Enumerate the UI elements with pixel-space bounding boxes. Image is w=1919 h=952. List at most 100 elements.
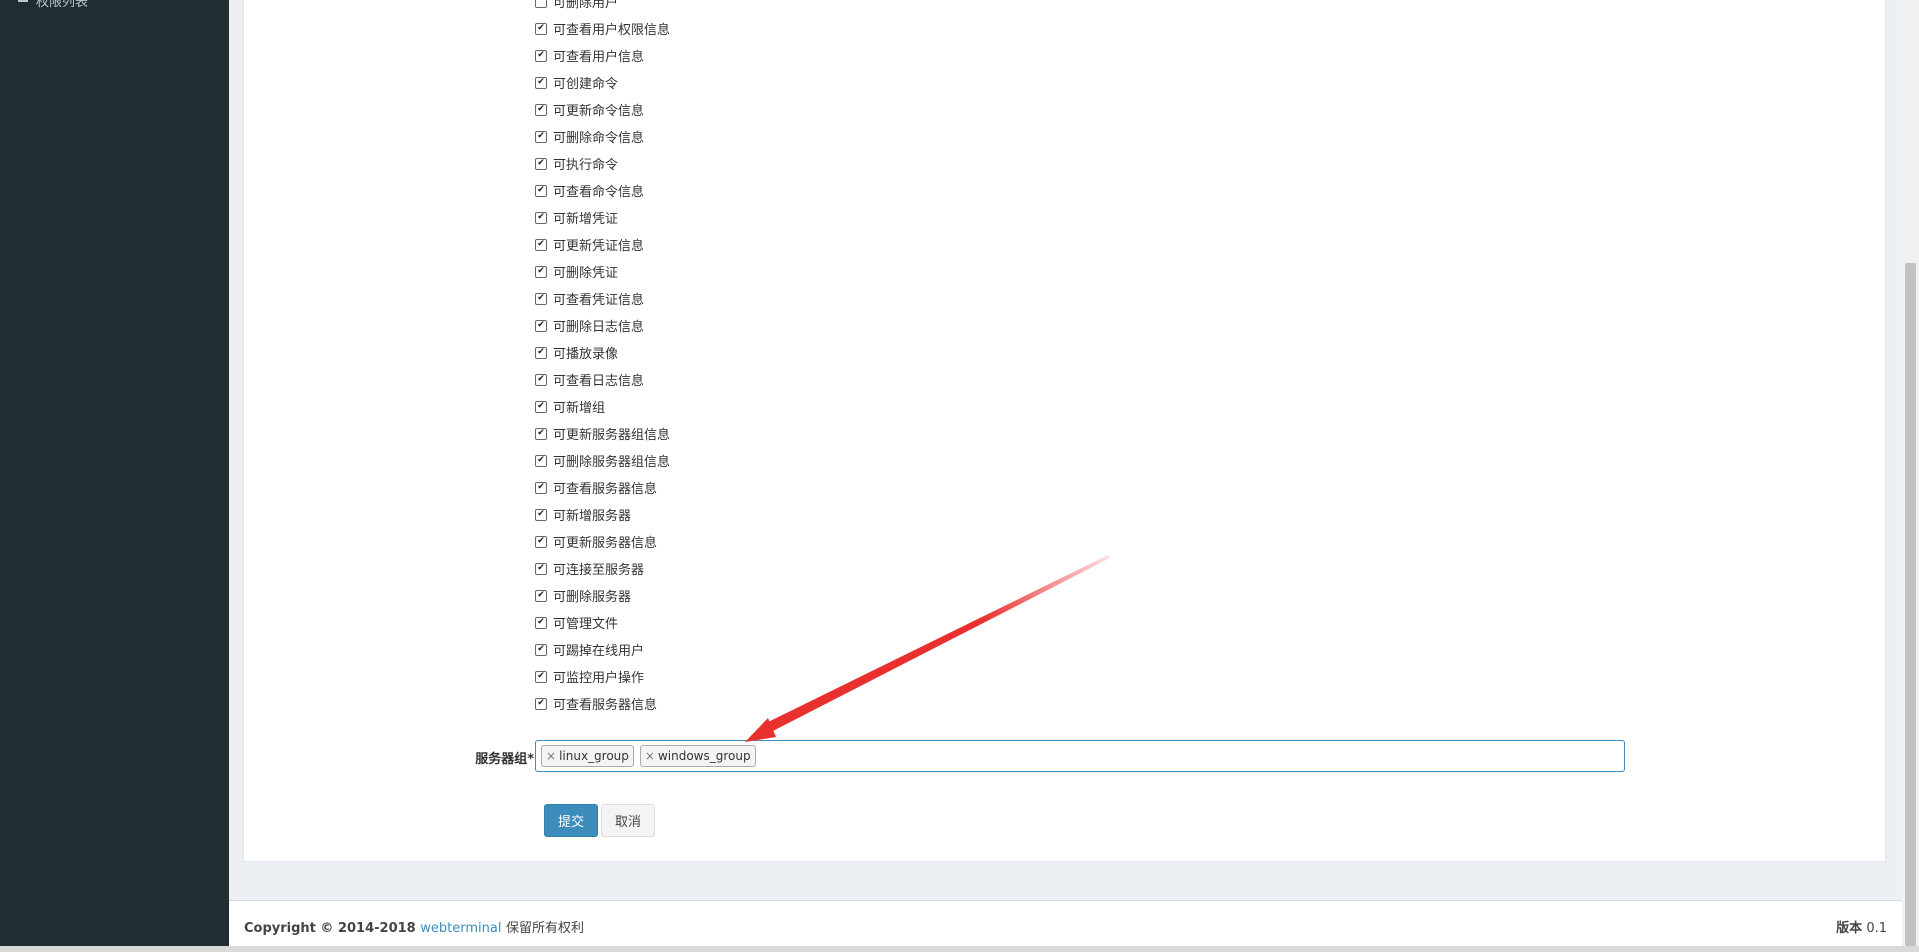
permission-item[interactable]: ✔ 可查看服务器信息 bbox=[535, 474, 670, 501]
permission-label: 可删除用户 bbox=[553, 0, 619, 11]
permission-item[interactable]: ✔ 可删除命令信息 bbox=[535, 123, 670, 150]
list-icon bbox=[18, 0, 28, 2]
server-group-select[interactable]: × linux_group × windows_group bbox=[535, 740, 1625, 772]
permission-item[interactable]: ✔ 可执行命令 bbox=[535, 150, 670, 177]
permission-item[interactable]: ✔ 可查看日志信息 bbox=[535, 366, 670, 393]
checkbox-checked-icon[interactable]: ✔ bbox=[535, 589, 547, 602]
permission-label: 可执行命令 bbox=[553, 158, 619, 173]
permission-label: 可更新命令信息 bbox=[553, 104, 645, 119]
brand-link[interactable]: webterminal bbox=[420, 921, 501, 936]
remove-tag-icon[interactable]: × bbox=[546, 749, 556, 763]
checkbox-checked-icon[interactable]: ✔ bbox=[535, 265, 547, 278]
footer-copyright: Copyright © 2014-2018 webterminal 保留所有权利 bbox=[244, 917, 584, 936]
checkbox-checked-icon[interactable]: ✔ bbox=[535, 373, 547, 386]
permission-label: 可创建命令 bbox=[553, 77, 619, 92]
checkbox-checked-icon[interactable]: ✔ bbox=[535, 400, 547, 413]
checkbox-checked-icon[interactable]: ✔ bbox=[535, 184, 547, 197]
permission-label: 可连接至服务器 bbox=[553, 563, 645, 578]
page-scrollbar[interactable] bbox=[1902, 0, 1919, 946]
checkbox-checked-icon[interactable]: ✔ bbox=[535, 454, 547, 467]
permission-item[interactable]: ✔ 可查看服务器信息 bbox=[535, 690, 670, 717]
permission-item[interactable]: ✔ 可更新命令信息 bbox=[535, 96, 670, 123]
sidebar-item-permissions[interactable]: 权限列表 bbox=[18, 0, 88, 10]
checkbox-checked-icon[interactable]: ✔ bbox=[535, 103, 547, 116]
rights-text: 保留所有权利 bbox=[505, 921, 584, 936]
sidebar: 权限列表 bbox=[0, 0, 229, 946]
checkbox-checked-icon[interactable]: ✔ bbox=[535, 211, 547, 224]
checkbox-checked-icon[interactable]: ✔ bbox=[535, 238, 547, 251]
cancel-button[interactable]: 取消 bbox=[601, 804, 655, 837]
permission-item[interactable]: ✔ 可更新凭证信息 bbox=[535, 231, 670, 258]
permission-item[interactable]: ✔ 可创建命令 bbox=[535, 69, 670, 96]
checkbox-checked-icon[interactable]: ✔ bbox=[535, 22, 547, 35]
permission-item[interactable]: ✔ 可更新服务器组信息 bbox=[535, 420, 670, 447]
version-label: 版本 bbox=[1836, 921, 1863, 936]
permission-label: 可删除命令信息 bbox=[553, 131, 645, 146]
checkbox-checked-icon[interactable]: ✔ bbox=[535, 130, 547, 143]
checkbox-checked-icon[interactable]: ✔ bbox=[535, 319, 547, 332]
permission-label: 可查看服务器信息 bbox=[553, 482, 658, 497]
permission-label: 可删除日志信息 bbox=[553, 320, 645, 335]
permission-label: 可查看凭证信息 bbox=[553, 293, 645, 308]
permission-label: 可查看日志信息 bbox=[553, 374, 645, 389]
checkbox-checked-icon[interactable]: ✔ bbox=[535, 562, 547, 575]
permission-label: 可更新服务器信息 bbox=[553, 536, 658, 551]
permission-label: 可查看命令信息 bbox=[553, 185, 645, 200]
window-bottom-edge bbox=[0, 946, 1919, 952]
scrollbar-thumb[interactable] bbox=[1905, 263, 1916, 946]
tag-label: windows_group bbox=[657, 749, 751, 763]
checkbox-checked-icon[interactable]: ✔ bbox=[535, 616, 547, 629]
permission-label: 可查看用户信息 bbox=[553, 50, 645, 65]
permission-item[interactable]: ✔ 可新增服务器 bbox=[535, 501, 670, 528]
permission-item[interactable]: ✔ 可查看用户信息 bbox=[535, 42, 670, 69]
permission-item[interactable]: ✔ 可删除日志信息 bbox=[535, 312, 670, 339]
footer: Copyright © 2014-2018 webterminal 保留所有权利… bbox=[229, 900, 1902, 946]
checkbox-checked-icon[interactable]: ✔ bbox=[535, 481, 547, 494]
permission-list: 可删除用户 ✔ 可查看用户权限信息 ✔ 可查看用户信息 ✔ 可创建命令 ✔ 可更新命令信息 ✔ 可删… bbox=[535, 0, 670, 717]
permission-label: 可踢掉在线用户 bbox=[553, 644, 645, 659]
permission-label: 可新增组 bbox=[553, 401, 606, 416]
permission-item[interactable]: ✔ 可新增凭证 bbox=[535, 204, 670, 231]
tag-label: linux_group bbox=[559, 749, 629, 763]
permission-label: 可监控用户操作 bbox=[553, 671, 645, 686]
server-group-tag[interactable]: × windows_group bbox=[639, 745, 756, 767]
checkbox-checked-icon[interactable]: ✔ bbox=[535, 535, 547, 548]
permission-item[interactable]: ✔ 可查看凭证信息 bbox=[535, 285, 670, 312]
checkbox-icon[interactable] bbox=[535, 0, 547, 8]
permission-item[interactable]: ✔ 可监控用户操作 bbox=[535, 663, 670, 690]
permission-label: 可新增凭证 bbox=[553, 212, 619, 227]
permission-label: 可查看服务器信息 bbox=[553, 698, 658, 713]
permission-item[interactable]: ✔ 可新增组 bbox=[535, 393, 670, 420]
permission-item[interactable]: 可删除用户 bbox=[535, 0, 670, 15]
checkbox-checked-icon[interactable]: ✔ bbox=[535, 157, 547, 170]
permission-item[interactable]: ✔ 可连接至服务器 bbox=[535, 555, 670, 582]
server-group-tag[interactable]: × linux_group bbox=[541, 745, 634, 767]
permission-label: 可删除凭证 bbox=[553, 266, 619, 281]
checkbox-checked-icon[interactable]: ✔ bbox=[535, 346, 547, 359]
permission-item[interactable]: ✔ 可删除服务器 bbox=[535, 582, 670, 609]
permission-item[interactable]: ✔ 可查看命令信息 bbox=[535, 177, 670, 204]
submit-button[interactable]: 提交 bbox=[544, 804, 598, 837]
remove-tag-icon[interactable]: × bbox=[645, 749, 655, 763]
checkbox-checked-icon[interactable]: ✔ bbox=[535, 76, 547, 89]
sidebar-item-label: 权限列表 bbox=[36, 0, 89, 10]
checkbox-checked-icon[interactable]: ✔ bbox=[535, 508, 547, 521]
server-group-label: 服务器组* bbox=[475, 752, 534, 767]
permission-item[interactable]: ✔ 可播放录像 bbox=[535, 339, 670, 366]
permission-label: 可新增服务器 bbox=[553, 509, 632, 524]
permission-item[interactable]: ✔ 可踢掉在线用户 bbox=[535, 636, 670, 663]
permission-item[interactable]: ✔ 可管理文件 bbox=[535, 609, 670, 636]
permission-item[interactable]: ✔ 可删除服务器组信息 bbox=[535, 447, 670, 474]
permission-label: 可管理文件 bbox=[553, 617, 619, 632]
checkbox-checked-icon[interactable]: ✔ bbox=[535, 427, 547, 440]
checkbox-checked-icon[interactable]: ✔ bbox=[535, 292, 547, 305]
checkbox-checked-icon[interactable]: ✔ bbox=[535, 643, 547, 656]
checkbox-checked-icon[interactable]: ✔ bbox=[535, 49, 547, 62]
copyright-text: Copyright © 2014-2018 bbox=[244, 921, 416, 936]
checkbox-checked-icon[interactable]: ✔ bbox=[535, 697, 547, 710]
permission-item[interactable]: ✔ 可更新服务器信息 bbox=[535, 528, 670, 555]
content-wrapper: 可删除用户 ✔ 可查看用户权限信息 ✔ 可查看用户信息 ✔ 可创建命令 ✔ 可更新命令信息 ✔ 可删… bbox=[229, 0, 1902, 900]
permission-item[interactable]: ✔ 可查看用户权限信息 bbox=[535, 15, 670, 42]
permission-item[interactable]: ✔ 可删除凭证 bbox=[535, 258, 670, 285]
checkbox-checked-icon[interactable]: ✔ bbox=[535, 670, 547, 683]
